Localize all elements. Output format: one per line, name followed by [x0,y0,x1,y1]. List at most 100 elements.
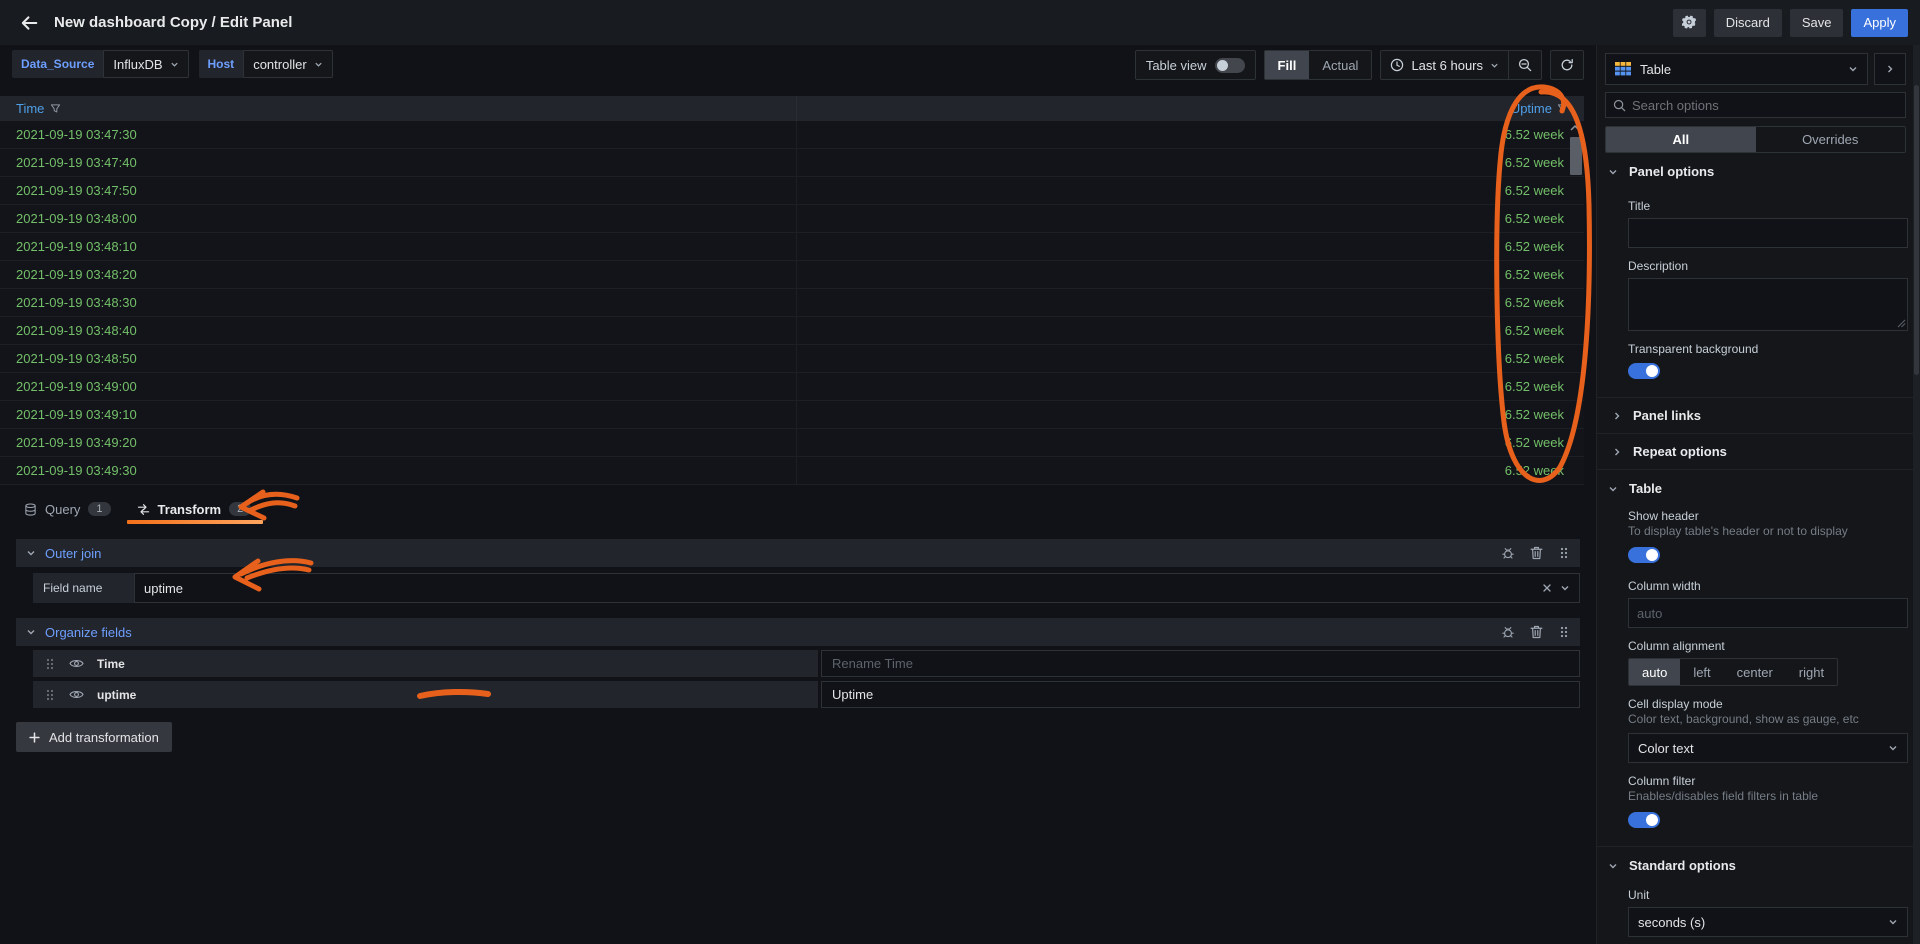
trash-icon[interactable] [1530,546,1543,560]
cell-uptime: 6.52 week [1504,351,1564,366]
column-filter-desc: Enables/disables field filters in table [1628,789,1819,803]
drag-handle-icon[interactable] [1558,625,1570,639]
variable-datasource: Data_Source InfluxDB [12,50,189,78]
chevron-right-icon [1615,412,1620,419]
table-row: 2021-09-19 03:49:00 6.52 week [0,373,1584,401]
variable-host-dropdown[interactable]: controller [243,50,333,78]
field-name: uptime [97,687,137,702]
eye-icon[interactable] [69,689,84,700]
plus-icon [29,731,40,743]
column-header-uptime[interactable]: Uptime [1511,101,1584,116]
variable-host: Host controller [198,50,333,78]
save-button[interactable]: Save [1789,8,1844,37]
collapse-options-button[interactable] [1874,53,1906,85]
back-button[interactable] [12,6,46,40]
section-panel-options[interactable]: Panel options [1597,153,1920,188]
transparent-bg-toggle[interactable] [1628,363,1660,379]
cell-display-select[interactable]: Color text [1628,733,1908,763]
outer-join-header[interactable]: Outer join [16,539,1580,567]
panel-links-label: Panel links [1633,408,1701,423]
drag-handle-icon[interactable] [44,657,56,671]
column-width-group: Column width [1597,579,1920,628]
alignment-center[interactable]: center [1724,659,1786,685]
fill-actual-group: Fill Actual [1263,50,1373,80]
alignment-auto[interactable]: auto [1629,659,1681,685]
table-row: 2021-09-19 03:47:50 6.52 week [0,177,1584,205]
panel-title-input[interactable] [1628,218,1908,248]
refresh-button[interactable] [1551,51,1583,79]
eye-icon[interactable] [69,658,84,669]
outer-join-title: Outer join [45,545,102,561]
section-table[interactable]: Table [1597,469,1920,505]
filter-icon[interactable] [50,103,61,114]
table-row: 2021-09-19 03:47:30 6.52 week [0,121,1584,149]
time-range-picker[interactable]: Last 6 hours [1381,51,1508,79]
time-range-group: Last 6 hours [1380,50,1542,80]
field-name-select[interactable] [134,573,1580,603]
debug-bug-icon[interactable] [1501,625,1515,639]
trash-icon[interactable] [1530,625,1543,639]
organize-fields-header[interactable]: Organize fields [16,618,1580,646]
chevron-down-icon [27,630,35,635]
column-width-input[interactable] [1628,598,1908,628]
sidebar-scrollbar-thumb[interactable] [1914,85,1919,375]
sidebar-scrollbar[interactable] [1913,45,1920,944]
filter-icon[interactable] [1557,103,1568,114]
tab-query-label: Query [45,501,81,517]
tab-query[interactable]: Query 1 [24,494,111,524]
resize-handle-icon[interactable] [1897,319,1906,328]
options-tabs: All Overrides [1605,126,1906,153]
organize-field-row: uptime [33,681,1580,708]
table-view-toggle[interactable] [1214,57,1245,73]
field-name-input[interactable] [144,580,1534,596]
table-scrollbar-thumb[interactable] [1570,137,1582,175]
drag-handle-icon[interactable] [44,688,56,702]
options-search[interactable] [1605,92,1906,118]
section-actions [1501,546,1570,560]
apply-button[interactable]: Apply [1851,8,1908,37]
transform-outer-join: Outer join Field name [16,539,1580,603]
cell-uptime: 6.52 week [1504,463,1564,478]
column-filter-label: Column filter [1628,774,1696,788]
tab-transform[interactable]: Transform 2 [126,494,263,524]
cell-uptime: 6.52 week [1504,407,1564,422]
variable-datasource-label: Data_Source [12,50,104,78]
table-row: 2021-09-19 03:49:30 6.52 week [0,457,1584,485]
rename-input-time[interactable] [821,650,1580,677]
discard-button[interactable]: Discard [1713,8,1782,37]
column-filter-toggle[interactable] [1628,812,1660,828]
rename-input-uptime[interactable] [821,681,1580,708]
repeat-options-label: Repeat options [1633,444,1727,459]
show-header-toggle[interactable] [1628,547,1660,563]
chevron-down-icon [27,551,35,556]
options-tab-all[interactable]: All [1606,127,1756,152]
gear-icon [1681,15,1696,29]
column-alignment-options: auto left center right [1628,658,1839,686]
panel-description-textarea[interactable] [1628,278,1908,331]
add-transformation-button[interactable]: Add transformation [16,722,172,752]
options-search-input[interactable] [1632,97,1898,113]
fill-button[interactable]: Fill [1264,51,1310,79]
tab-transform-label: Transform [157,501,222,517]
scroll-up-icon[interactable] [1569,124,1581,132]
debug-bug-icon[interactable] [1501,546,1515,560]
options-tab-overrides[interactable]: Overrides [1756,127,1906,152]
viz-picker[interactable]: Table [1605,53,1868,85]
section-standard-options[interactable]: Standard options [1597,846,1920,882]
chevron-down-icon[interactable] [1560,583,1570,593]
table-header: Time Uptime [0,96,1584,121]
actual-button[interactable]: Actual [1309,51,1371,79]
panel-settings-button[interactable] [1672,8,1706,37]
variable-datasource-dropdown[interactable]: InfluxDB [103,50,189,78]
main-area: Data_Source InfluxDB Host controller Tab… [0,45,1596,944]
alignment-right[interactable]: right [1786,659,1837,685]
unit-select[interactable]: seconds (s) [1628,907,1908,937]
alignment-left[interactable]: left [1680,659,1723,685]
column-header-time[interactable]: Time [0,96,797,121]
table-row: 2021-09-19 03:48:40 6.52 week [0,317,1584,345]
clear-x-icon[interactable] [1542,583,1552,593]
repeat-options-section[interactable]: Repeat options [1597,433,1920,469]
drag-handle-icon[interactable] [1558,546,1570,560]
panel-links-section[interactable]: Panel links [1597,397,1920,433]
zoom-out-button[interactable] [1509,51,1541,79]
